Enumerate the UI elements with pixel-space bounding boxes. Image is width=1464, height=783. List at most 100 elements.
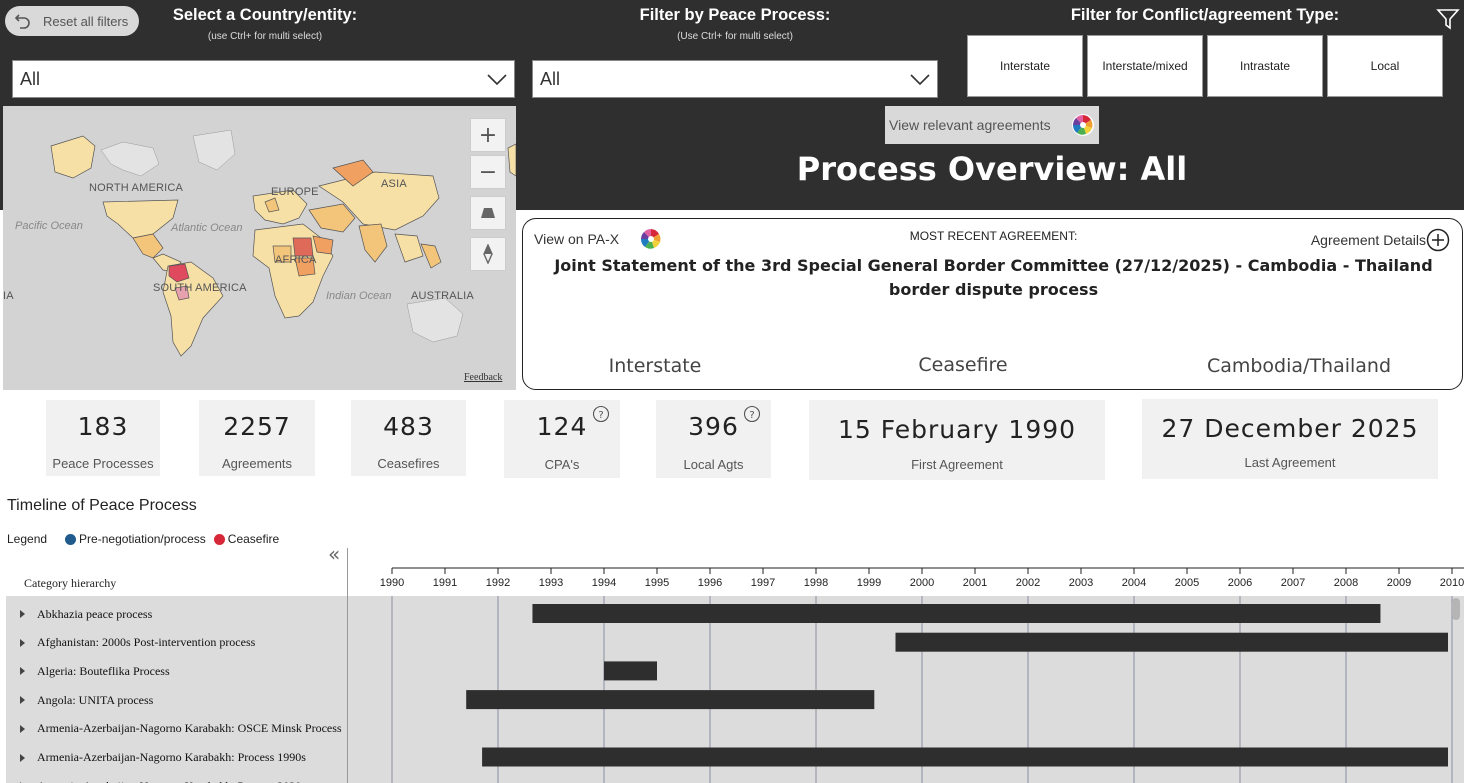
help-icon[interactable]: ? — [592, 405, 610, 423]
expand-arrow-icon[interactable] — [20, 638, 25, 647]
zoom-in-icon: + — [478, 122, 498, 148]
type-filter-title: Filter for Conflict/agreement Type: — [1070, 6, 1340, 24]
kpi-last-agreement: 27 December 2025 Last Agreement — [1142, 399, 1438, 479]
timeline-row-label: Algeria: Bouteflika Process — [37, 663, 170, 678]
kpi-label: Ceasefires — [377, 456, 440, 471]
agreement-details-link[interactable]: Agreement Details — [1311, 232, 1426, 248]
compass-icon — [483, 244, 493, 264]
kpi-label: First Agreement — [911, 457, 1003, 472]
map-land-shapes — [3, 106, 516, 390]
map-label-asia: ASIA — [381, 178, 407, 190]
axis-tick-label: 1992 — [486, 577, 510, 589]
axis-tick-label: 2004 — [1122, 577, 1146, 589]
view-relevant-agreements-label: View relevant agreements — [889, 117, 1051, 133]
process-filter-title: Filter by Peace Process: — [639, 6, 831, 24]
axis-tick-label: 1990 — [380, 577, 404, 589]
axis-tick-label: 1995 — [645, 577, 669, 589]
kpi-value: 483 — [383, 412, 434, 441]
tilt-button[interactable] — [470, 196, 506, 230]
agreement-type: Ceasefire — [918, 354, 1008, 376]
view-relevant-agreements-button[interactable]: View relevant agreements — [885, 106, 1099, 144]
most-recent-agreement-card: View on PA-X MOST RECENT AGREEMENT: Agre… — [522, 218, 1463, 390]
timeline-row[interactable]: Armenia-Azerbaijan-Nagorno Karabakh: OSC… — [6, 715, 347, 743]
timeline-row[interactable]: Afghanistan: 2000s Post-intervention pro… — [6, 629, 347, 657]
legend-item-ceasefire: Ceasefire — [227, 532, 280, 546]
kpi-cpas: 124 CPA's ? — [504, 400, 620, 478]
kpi-value: 183 — [77, 412, 129, 441]
expand-arrow-icon[interactable] — [20, 696, 25, 705]
pax-logo-icon — [1072, 114, 1094, 136]
timeline-row[interactable]: Armenia-Azerbaijan-Nagorno Karabakh: Pro… — [6, 744, 347, 772]
map-label-south-america: SOUTH AMERICA — [153, 282, 247, 294]
kpi-agreements: 2257 Agreements — [199, 400, 315, 476]
legend-item-pre-negotiation: Pre-negotiation/process — [79, 532, 206, 546]
timeline-bar[interactable] — [895, 632, 1449, 652]
timeline-row[interactable]: Abkhazia peace process — [6, 600, 347, 628]
axis-tick-label: 2000 — [910, 577, 934, 589]
kpi-label: Local Agts — [683, 457, 744, 472]
country-dropdown[interactable]: All — [12, 60, 515, 98]
expand-arrow-icon[interactable] — [20, 610, 25, 618]
map-feedback-link[interactable]: Feedback — [464, 372, 502, 383]
plus-circle-icon[interactable] — [1426, 228, 1450, 252]
timeline-row[interactable]: Armenia-Azerbaijan-Nagorno Karabakh: Pro… — [6, 772, 347, 783]
axis-tick-label: 2002 — [1016, 577, 1040, 589]
zoom-in-button[interactable]: + — [470, 118, 506, 152]
country-filter-title: Select a Country/entity: — [172, 6, 358, 24]
kpi-ceasefires: 483 Ceasefires — [351, 400, 466, 476]
timeline-row[interactable]: Algeria: Bouteflika Process — [6, 657, 347, 685]
axis-tick-label: 2003 — [1069, 577, 1093, 589]
agreement-name: Joint Statement of the 3rd Special Gener… — [554, 256, 1433, 299]
timeline-gantt[interactable]: Abkhazia peace process Afghanistan: 2000s… — [6, 596, 1464, 783]
tilt-icon — [481, 208, 495, 218]
timeline-bar[interactable] — [482, 747, 1449, 767]
map-label-australia: AUSTRALIA — [411, 290, 474, 302]
map-label-north-america: NORTH AMERICA — [89, 182, 184, 194]
kpi-peace-processes: 183 Peace Processes — [46, 400, 160, 476]
axis-tick-label: 2007 — [1281, 577, 1305, 589]
expand-arrow-icon[interactable] — [20, 753, 25, 762]
kpi-value: 15 February 1990 — [837, 415, 1077, 444]
type-intrastate-button[interactable]: Intrastate — [1207, 35, 1323, 97]
timeline-bar[interactable] — [604, 661, 657, 681]
timeline-row-label: Angola: UNITA process — [37, 692, 154, 707]
legend-dot-pre-negotiation — [65, 533, 77, 545]
type-local-button[interactable]: Local — [1327, 35, 1443, 97]
map-label-pacific-ocean: Pacific Ocean — [15, 220, 83, 232]
collapse-icon[interactable]: « — [328, 542, 340, 566]
axis-tick-label: 1993 — [539, 577, 563, 589]
help-icon[interactable]: ? — [743, 405, 761, 423]
timeline-legend: Legend Pre-negotiation/process Ceasefire — [7, 532, 279, 546]
world-map[interactable]: NORTH AMERICA EUROPE ASIA AFRICA SOUTH A… — [3, 106, 516, 390]
axis-tick-label: 2008 — [1334, 577, 1358, 589]
undo-icon — [14, 14, 30, 29]
axis-tick-label: 2009 — [1387, 577, 1411, 589]
legend-label: Legend — [7, 532, 48, 546]
timeline-bar[interactable] — [466, 690, 875, 710]
kpi-label: CPA's — [544, 457, 580, 472]
type-interstate-mixed-button[interactable]: Interstate/mixed — [1087, 35, 1203, 97]
process-filter-hint: (Use Ctrl+ for multi select) — [677, 31, 793, 42]
reset-filters-button[interactable]: Reset all filters — [5, 6, 139, 36]
expand-arrow-icon[interactable] — [20, 667, 25, 676]
timeline-title: Timeline of Peace Process — [7, 497, 197, 514]
map-label-edge: IA — [3, 290, 14, 302]
process-dropdown[interactable]: All — [532, 60, 938, 98]
kpi-first-agreement: 15 February 1990 First Agreement — [809, 400, 1105, 480]
filter-icon[interactable] — [1436, 7, 1460, 31]
timeline-row[interactable]: Angola: UNITA process — [6, 686, 347, 714]
map-label-europe: EUROPE — [271, 186, 319, 198]
timeline-scrollbar[interactable] — [1452, 598, 1460, 620]
expand-arrow-icon[interactable] — [20, 724, 25, 733]
axis-tick-label: 1994 — [592, 577, 616, 589]
legend-dot-ceasefire — [213, 533, 225, 545]
kpi-value: 27 December 2025 — [1161, 414, 1419, 443]
timeline-bar[interactable] — [532, 604, 1381, 623]
agreement-countries: Cambodia/Thailand — [1206, 355, 1392, 377]
compass-button[interactable] — [470, 237, 506, 271]
zoom-out-button[interactable]: − — [470, 155, 506, 189]
kpi-label: Peace Processes — [52, 456, 154, 471]
category-hierarchy-header: Category hierarchy — [24, 576, 117, 590]
type-interstate-button[interactable]: Interstate — [967, 35, 1083, 97]
axis-tick-label: 2005 — [1175, 577, 1199, 589]
